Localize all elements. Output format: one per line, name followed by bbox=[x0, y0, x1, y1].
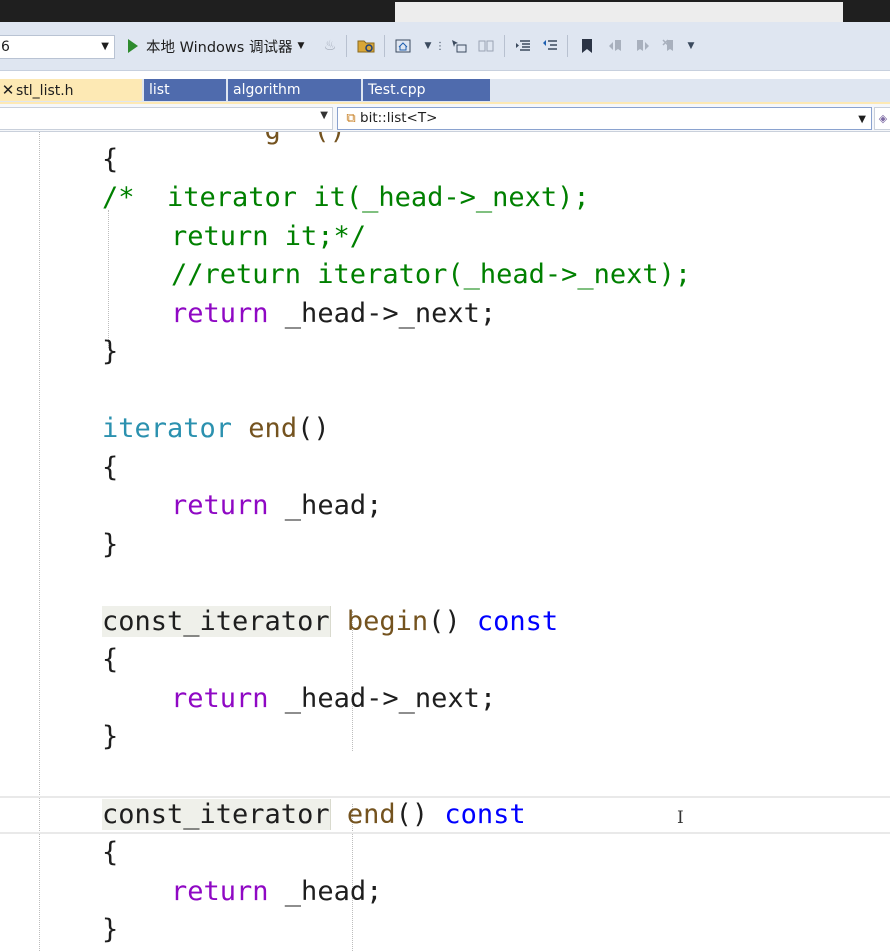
document-tab-strip: ✕ stl_list.h list algorithm Test.cpp bbox=[0, 79, 890, 102]
member-dropdown[interactable]: ◈ bbox=[874, 107, 890, 130]
comment-text: /* iterator it(_head->_next); bbox=[102, 182, 590, 213]
code-line: { bbox=[102, 449, 118, 487]
open-folder-icon[interactable] bbox=[356, 35, 376, 57]
code-line: return _head->_next; bbox=[171, 295, 496, 333]
chevron-down-icon: ▼ bbox=[101, 41, 109, 52]
code-text: _head; bbox=[268, 490, 383, 521]
debugger-label: 本地 Windows 调试器 bbox=[146, 39, 293, 56]
code-line-current: const_iterator end() const bbox=[102, 796, 526, 834]
type-name-highlighted: const_iterator bbox=[102, 606, 331, 637]
chevron-down-icon: ▼ bbox=[858, 114, 866, 125]
code-line: } bbox=[102, 333, 118, 371]
chevron-down-icon: ▼ bbox=[320, 110, 328, 121]
toolbar-separator bbox=[504, 35, 505, 57]
tab-label: list bbox=[149, 82, 170, 98]
type-name: iterator bbox=[102, 413, 233, 444]
project-dropdown[interactable]: ▼ bbox=[0, 107, 333, 130]
text-cursor-icon: I bbox=[677, 808, 684, 828]
code-line-comment: //return iterator(_head->_next); bbox=[171, 256, 691, 294]
code-line: { bbox=[102, 641, 118, 679]
keyword-const: const bbox=[428, 799, 526, 830]
bookmark-icon[interactable] bbox=[577, 35, 597, 57]
solution-platform-value: 6 bbox=[1, 39, 10, 55]
function-name: end bbox=[232, 413, 298, 444]
code-line: } bbox=[102, 526, 118, 564]
indent-icon[interactable] bbox=[513, 35, 533, 57]
keyword-return: return bbox=[171, 298, 269, 329]
tab-test-cpp[interactable]: Test.cpp bbox=[363, 79, 490, 101]
tab-label: stl_list.h bbox=[16, 83, 74, 99]
next-bookmark-icon[interactable] bbox=[632, 35, 652, 57]
keyword-const: const bbox=[460, 606, 559, 637]
code-editor[interactable]: g () { /* iterator it(_head->_next); ret… bbox=[0, 132, 890, 951]
main-toolbar: 6 ▼ 本地 Windows 调试器 ▼ ♨ ▼ ⋮ ▼ bbox=[0, 22, 890, 71]
type-name-highlighted: const_iterator bbox=[102, 799, 331, 830]
brace: } bbox=[102, 914, 119, 945]
title-bar-overlay bbox=[395, 2, 843, 22]
keyword-return: return bbox=[171, 490, 269, 521]
scope-dropdown[interactable]: ⧉ bit::list<T> ▼ bbox=[337, 107, 872, 130]
keyword-return: return bbox=[171, 876, 269, 907]
function-name: end bbox=[330, 799, 396, 830]
toolbar-separator bbox=[567, 35, 568, 57]
code-line: const_iterator begin() const bbox=[102, 603, 558, 641]
parens: () bbox=[395, 799, 429, 830]
chevron-down-icon: ▼ bbox=[297, 41, 305, 51]
code-line: return _head->_next; bbox=[171, 680, 496, 718]
comment-text: return it;*/ bbox=[171, 221, 367, 252]
code-line: iterator end() bbox=[102, 410, 330, 448]
code-text: _head->_next; bbox=[268, 683, 497, 714]
layout-icon[interactable] bbox=[476, 35, 496, 57]
code-line: return _head; bbox=[171, 487, 382, 525]
brace: } bbox=[102, 721, 119, 752]
dotted-separator-icon: ⋮ bbox=[435, 40, 445, 52]
play-icon bbox=[128, 39, 138, 53]
toolbar-overflow-icon[interactable]: ▼ bbox=[681, 35, 701, 57]
previous-bookmark-icon[interactable] bbox=[606, 35, 626, 57]
keyword-return: return bbox=[171, 683, 269, 714]
hot-reload-icon[interactable]: ♨ bbox=[320, 35, 340, 57]
navigation-bar: ▼ ⧉ bit::list<T> ▼ ◈ bbox=[0, 104, 890, 132]
tab-algorithm[interactable]: algorithm bbox=[228, 79, 361, 101]
code-text: _head; bbox=[268, 876, 383, 907]
code-text: _head->_next; bbox=[268, 298, 497, 329]
brace: { bbox=[102, 837, 119, 868]
class-icon: ⧉ bbox=[346, 111, 356, 126]
tab-label: Test.cpp bbox=[368, 82, 426, 98]
tab-list[interactable]: list bbox=[144, 79, 226, 101]
comment-lines-icon[interactable] bbox=[540, 35, 560, 57]
code-line: g () bbox=[102, 132, 346, 150]
indent-guide bbox=[108, 210, 109, 348]
brace: } bbox=[102, 529, 119, 560]
toolbar-separator bbox=[346, 35, 347, 57]
home-icon[interactable] bbox=[393, 35, 413, 57]
brace: } bbox=[102, 336, 119, 367]
toolbar-separator bbox=[384, 35, 385, 57]
code-line: { bbox=[102, 834, 118, 872]
cube-icon: ◈ bbox=[878, 112, 888, 125]
code-line: } bbox=[102, 718, 118, 756]
window-title-bar bbox=[0, 0, 890, 22]
code-line: } bbox=[102, 911, 118, 949]
code-line: return _head; bbox=[171, 873, 382, 911]
brace: { bbox=[102, 144, 119, 175]
code-line: { bbox=[102, 141, 118, 179]
start-debugger-button[interactable]: 本地 Windows 调试器 ▼ bbox=[122, 35, 304, 57]
comment-text: //return iterator(_head->_next); bbox=[171, 259, 692, 290]
tab-label: algorithm bbox=[233, 82, 301, 98]
parens: () bbox=[428, 606, 461, 637]
function-name: begin bbox=[330, 606, 429, 637]
brace: { bbox=[102, 452, 119, 483]
code-line-comment: /* iterator it(_head->_next); bbox=[102, 179, 590, 217]
parens: () bbox=[297, 413, 330, 444]
scope-value: bit::list<T> bbox=[360, 110, 438, 126]
solution-platform-combo[interactable]: 6 ▼ bbox=[0, 35, 115, 59]
brace: { bbox=[102, 644, 119, 675]
close-icon[interactable]: ✕ bbox=[0, 79, 16, 102]
select-element-icon[interactable] bbox=[449, 35, 469, 57]
clear-bookmarks-icon[interactable] bbox=[660, 35, 680, 57]
tab-stl-list-h[interactable]: ✕ stl_list.h bbox=[0, 79, 142, 101]
code-line-comment: return it;*/ bbox=[171, 218, 366, 256]
